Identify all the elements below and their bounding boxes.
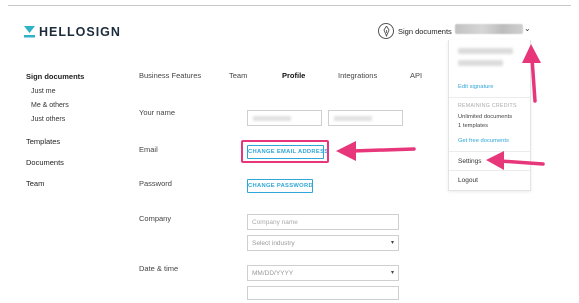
- sidebar-item-team[interactable]: Team: [26, 179, 44, 188]
- chevron-down-icon[interactable]: ⌄: [524, 24, 531, 33]
- hellosign-logo[interactable]: HELLOSIGN: [24, 25, 121, 39]
- sign-documents-button[interactable]: Sign documents: [378, 23, 452, 39]
- pen-icon: [378, 23, 394, 39]
- tab-team[interactable]: Team: [229, 71, 247, 80]
- tab-integrations[interactable]: Integrations: [338, 71, 377, 80]
- menu-divider: [449, 97, 530, 98]
- sidebar-item-just-others[interactable]: Just others: [31, 116, 65, 123]
- change-email-highlight: [241, 140, 329, 163]
- your-name-label: Your name: [139, 108, 175, 117]
- company-label: Company: [139, 214, 172, 223]
- sidebar-item-templates[interactable]: Templates: [26, 137, 60, 146]
- last-name-field[interactable]: [328, 110, 403, 126]
- sidebar-item-documents[interactable]: Documents: [26, 158, 64, 167]
- industry-select[interactable]: Select industry ▾: [247, 235, 399, 251]
- top-divider: [8, 5, 571, 6]
- logo-mark-icon: [24, 26, 35, 38]
- menu-divider: [449, 170, 530, 171]
- sidebar-item-sign-documents[interactable]: Sign documents: [26, 72, 84, 81]
- dropdown-caret-icon: ▾: [390, 270, 394, 276]
- credit-templates: 1 templates: [458, 123, 488, 129]
- dropdown-caret-icon: ▾: [390, 240, 394, 246]
- user-name-blurred: [458, 48, 513, 54]
- change-password-button[interactable]: CHANGE PASSWORD: [247, 179, 313, 193]
- edit-signature-link[interactable]: Edit signature: [458, 84, 493, 90]
- first-name-field[interactable]: [247, 110, 322, 126]
- sign-documents-label: Sign documents: [398, 26, 452, 36]
- date-format-select[interactable]: MM/DD/YYYY ▾: [247, 265, 399, 281]
- menu-divider: [449, 151, 530, 152]
- date-format-select-value: MM/DD/YYYY: [252, 270, 294, 277]
- credit-documents: Unlimited documents: [458, 114, 513, 120]
- user-email-blurred[interactable]: [455, 24, 523, 34]
- remaining-credits-heading: REMAINING CREDITS: [458, 103, 517, 109]
- get-free-documents-link[interactable]: Get free documents: [458, 138, 509, 144]
- tab-api[interactable]: API: [410, 71, 422, 80]
- sidebar-item-me-and-others[interactable]: Me & others: [31, 102, 69, 109]
- company-name-input[interactable]: Company name: [247, 214, 399, 230]
- user-menu-dropdown: Edit signature REMAINING CREDITS Unlimit…: [448, 40, 531, 191]
- arrow-to-change-email-icon: [336, 141, 416, 161]
- logout-menu-item[interactable]: Logout: [458, 177, 478, 184]
- tab-business-features[interactable]: Business Features: [139, 71, 201, 80]
- date-time-label: Date & time: [139, 264, 179, 273]
- tab-profile[interactable]: Profile: [282, 71, 305, 80]
- logo-text: HELLOSIGN: [39, 25, 121, 39]
- industry-select-value: Select industry: [252, 240, 295, 247]
- settings-menu-item[interactable]: Settings: [458, 158, 482, 165]
- password-label: Password: [139, 179, 172, 188]
- email-label: Email: [139, 145, 158, 154]
- timezone-select-partial[interactable]: [247, 286, 399, 300]
- user-detail-blurred: [458, 60, 503, 66]
- sidebar-item-just-me[interactable]: Just me: [31, 88, 56, 95]
